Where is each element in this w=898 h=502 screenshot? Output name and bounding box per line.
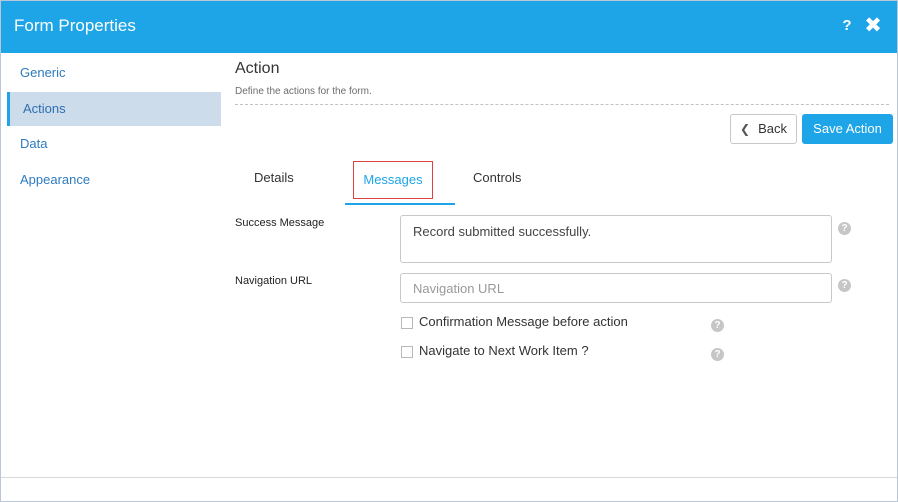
navigate-next-work-item-help-icon[interactable]: ?	[711, 348, 724, 361]
confirmation-message-checkbox[interactable]	[401, 317, 413, 329]
sidebar-item-actions[interactable]: Actions	[7, 92, 221, 126]
sidebar-item-appearance[interactable]: Appearance	[7, 163, 221, 197]
sidebar-item-generic[interactable]: Generic	[7, 56, 221, 90]
section-subtitle: Define the actions for the form.	[235, 86, 372, 97]
navigate-next-work-item-checkbox[interactable]	[401, 346, 413, 358]
dialog-title: Form Properties	[14, 16, 136, 35]
tab-controls[interactable]: Controls	[473, 170, 521, 185]
sidebar-item-data[interactable]: Data	[7, 127, 221, 161]
divider	[235, 104, 889, 105]
save-action-button[interactable]: Save Action	[802, 114, 893, 144]
section-title: Action	[235, 60, 280, 77]
back-button-label: Back	[758, 121, 787, 136]
tab-details[interactable]: Details	[254, 170, 294, 185]
footer-divider	[1, 477, 897, 478]
success-message-help-icon[interactable]: ?	[838, 222, 851, 235]
title-bar: Form Properties ? ✖	[1, 1, 897, 53]
navigation-url-help-icon[interactable]: ?	[838, 279, 851, 292]
chevron-left-icon: ❮	[740, 122, 751, 136]
back-button[interactable]: ❮ Back	[730, 114, 797, 144]
success-message-input[interactable]: Record submitted successfully.	[400, 215, 832, 263]
tab-messages[interactable]: Messages	[353, 161, 433, 199]
help-icon[interactable]: ?	[839, 17, 855, 37]
navigation-url-label: Navigation URL	[235, 275, 313, 287]
success-message-label: Success Message	[235, 217, 325, 229]
confirmation-message-label: Confirmation Message before action	[419, 314, 628, 329]
active-tab-indicator	[345, 203, 455, 205]
close-icon[interactable]: ✖	[863, 15, 883, 37]
form-properties-dialog: Form Properties ? ✖ Generic Actions Data…	[0, 0, 898, 502]
navigate-next-work-item-label: Navigate to Next Work Item ?	[419, 343, 589, 358]
navigation-url-input[interactable]	[400, 273, 832, 303]
confirmation-message-help-icon[interactable]: ?	[711, 319, 724, 332]
